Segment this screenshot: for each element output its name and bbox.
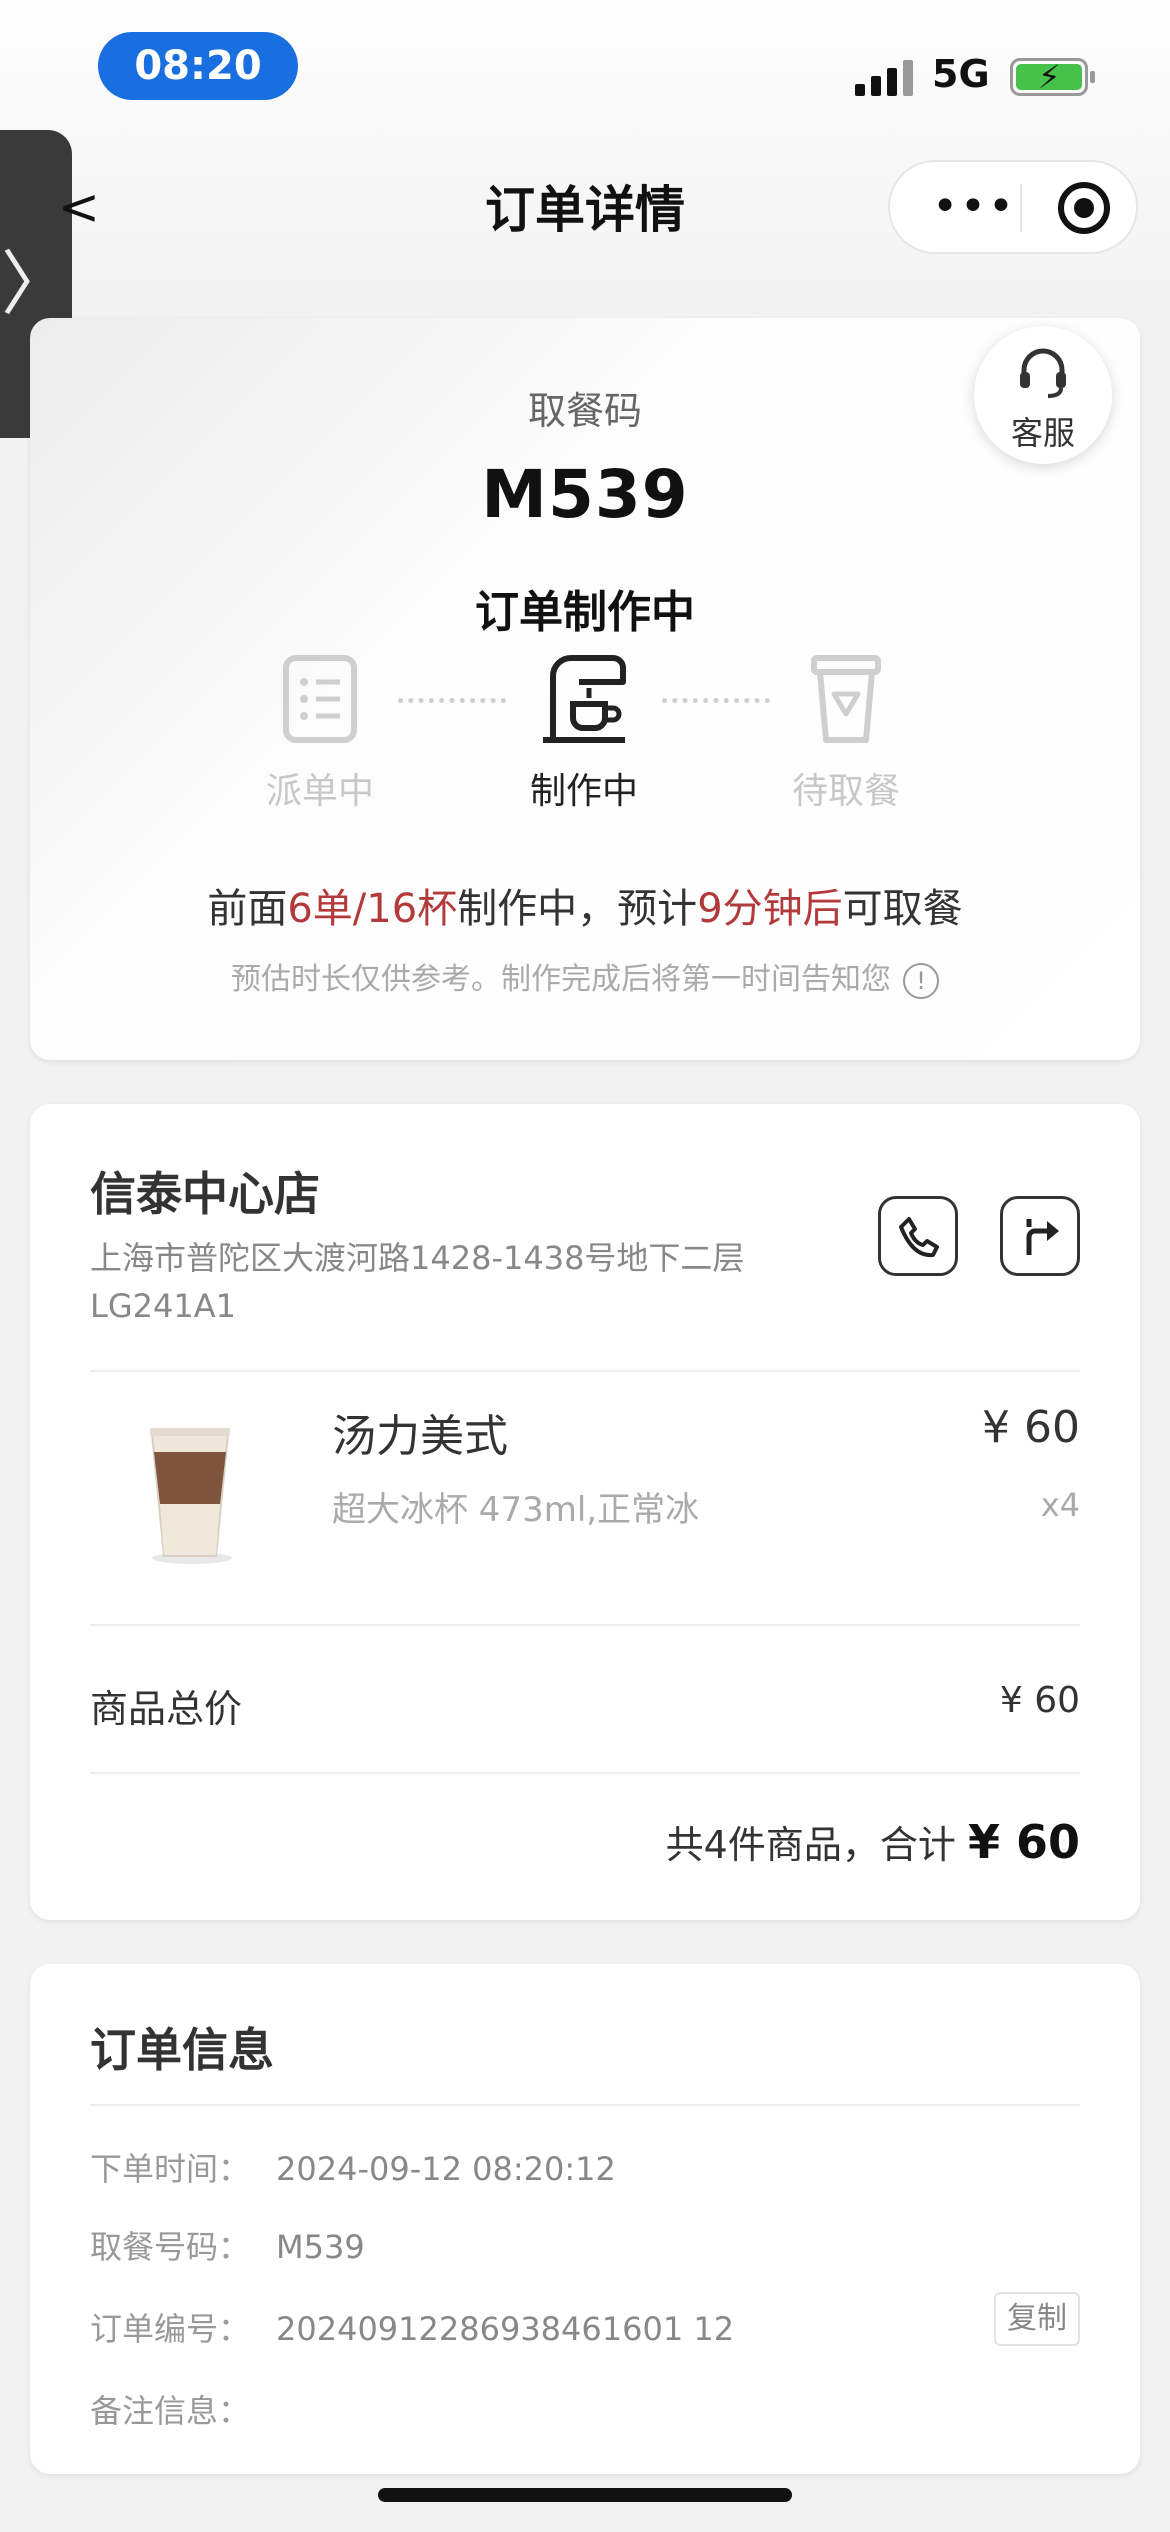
step-pickup-label: 待取餐 — [791, 771, 900, 812]
info-row-order-number: 订单编号： 20240912286938461601 12 — [90, 2304, 734, 2350]
info-key: 备注信息： — [90, 2392, 251, 2430]
battery-icon: ⚡ — [1010, 58, 1095, 96]
wait-minutes: 9分钟后 — [697, 886, 843, 932]
step-dispatch-label: 派单中 — [265, 771, 374, 812]
product-quantity: x4 — [1040, 1486, 1080, 1524]
divider — [90, 1370, 1080, 1372]
network-type: 5G — [932, 52, 990, 96]
info-value: 2024-09-12 08:20:12 — [276, 2150, 616, 2188]
coffee-machine-icon — [543, 655, 626, 743]
wait-text: 前面 — [207, 886, 288, 932]
info-row-pickup-number: 取餐号码： M539 — [90, 2222, 365, 2268]
signal-icon — [855, 60, 915, 96]
order-info-card: 订单信息 下单时间： 2024-09-12 08:20:12 取餐号码： M539 … — [30, 1964, 1140, 2474]
capsule-divider — [1020, 184, 1022, 232]
pickup-code-label: 取餐码 — [527, 389, 642, 433]
navigate-button[interactable] — [1000, 1196, 1080, 1276]
wait-estimate: 前面6单/16杯制作中，预计9分钟后可取餐 — [30, 876, 1140, 934]
total-amount: ¥ 60 — [967, 1815, 1080, 1869]
home-indicator[interactable] — [378, 2488, 792, 2502]
subtotal-label: 商品总价 — [90, 1687, 243, 1731]
step-making-label: 制作中 — [529, 771, 638, 812]
wait-text: 可取餐 — [842, 886, 963, 932]
product-name: 汤力美式 — [332, 1411, 508, 1462]
close-target-icon[interactable] — [1058, 182, 1110, 234]
divider — [90, 1772, 1080, 1774]
step-pickup: 待取餐 — [746, 654, 946, 814]
order-status-text: 订单制作中 — [475, 587, 695, 638]
store-address: 上海市普陀区大渡河路1428-1438号地下二层LG241A1 — [90, 1239, 745, 1325]
estimate-note-text: 预估时长仅供参考。制作完成后将第一时间告知您 — [231, 962, 891, 997]
divider — [90, 1624, 1080, 1626]
order-total: 共4件商品，合计 ¥ 60 — [666, 1814, 1080, 1869]
status-time: 08:20 — [98, 32, 298, 100]
call-store-button[interactable] — [878, 1196, 958, 1276]
cup-icon — [811, 655, 881, 743]
info-row-remarks: 备注信息： — [90, 2386, 276, 2432]
wait-text: 制作中，预计 — [457, 886, 698, 932]
info-key: 取餐号码： — [90, 2228, 251, 2266]
store-order-card: 信泰中心店 上海市普陀区大渡河路1428-1438号地下二层LG241A1 汤力… — [30, 1104, 1140, 1920]
product-spec: 超大冰杯 473ml,正常冰 — [332, 1490, 700, 1530]
info-key: 订单编号： — [90, 2310, 251, 2348]
estimate-note: 预估时长仅供参考。制作完成后将第一时间告知您! — [30, 954, 1140, 999]
info-key: 下单时间： — [90, 2150, 251, 2188]
miniprogram-capsule: ••• — [888, 160, 1138, 254]
subtotal-value: ¥ 60 — [999, 1680, 1080, 1721]
store-name: 信泰中心店 — [90, 1167, 320, 1221]
order-info-title: 订单信息 — [90, 2023, 274, 2077]
copy-order-number-button[interactable]: 复制 — [994, 2292, 1080, 2346]
step-dispatch: 派单中 — [220, 654, 420, 814]
step-making: 制作中 — [484, 654, 684, 814]
queue-count: 6单/16杯 — [287, 886, 458, 932]
total-summary-text: 共4件商品，合计 — [665, 1823, 956, 1867]
info-row-order-time: 下单时间： 2024-09-12 08:20:12 — [90, 2144, 616, 2190]
product-price: ¥ 60 — [982, 1402, 1080, 1453]
order-status-card: 客服 取餐码 M539 订单制作中 派单中 制作中 待取餐 前面6单/16杯制作… — [30, 318, 1140, 1060]
phone-icon — [899, 1217, 939, 1258]
info-value: M539 — [276, 2228, 365, 2266]
directions-icon — [1026, 1219, 1059, 1255]
info-icon[interactable]: ! — [903, 962, 939, 999]
info-value: 20240912286938461601 12 — [276, 2310, 735, 2348]
divider — [90, 2104, 1080, 2106]
more-icon[interactable]: ••• — [926, 162, 1022, 252]
product-image — [150, 1428, 232, 1564]
pickup-code: M539 — [481, 456, 689, 533]
order-list-icon — [283, 655, 357, 743]
